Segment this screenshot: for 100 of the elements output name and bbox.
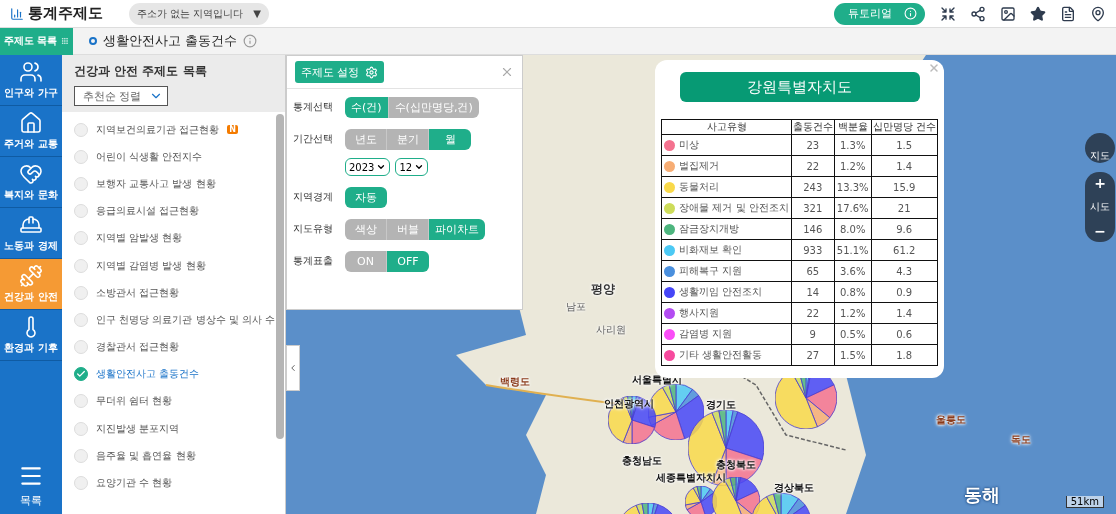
- map-list-item[interactable]: 무더위 쉼터 현황: [74, 387, 276, 416]
- map-list-item[interactable]: 인구 천명당 의료기관 병상수 및 의사 수: [74, 306, 276, 334]
- segment-button[interactable]: OFF: [387, 251, 429, 272]
- info-icon[interactable]: [243, 34, 258, 48]
- map-label: 사리원: [596, 323, 626, 337]
- map-list-item[interactable]: 지진발생 분포지역: [74, 415, 276, 443]
- table-cell: 1.3%: [834, 134, 872, 156]
- close-icon[interactable]: [500, 65, 514, 79]
- map-label: 백령도: [500, 375, 530, 389]
- table-cell: 21: [871, 197, 938, 219]
- new-badge: N: [227, 125, 238, 135]
- table-cell: 기타 생활안전활동: [661, 344, 792, 366]
- segment-button[interactable]: 파이차트: [429, 219, 485, 240]
- chevron-down-icon: [376, 162, 387, 172]
- sort-select[interactable]: 추천순 정렬: [74, 86, 168, 106]
- map-list-item[interactable]: 지역보건의료기관 접근현황 N: [74, 116, 276, 144]
- table-cell: 동물처리: [661, 176, 792, 198]
- map-list-item[interactable]: 요양기관 수 현황: [74, 469, 276, 497]
- table-cell: 15.9: [871, 176, 938, 198]
- map-pin-icon[interactable]: [1090, 5, 1106, 22]
- column-header: 출동건수: [791, 119, 835, 135]
- table-cell: 1.8: [871, 344, 938, 366]
- column-header: 백분율: [834, 119, 872, 135]
- table-cell: 1.4: [871, 155, 938, 177]
- map-list-item[interactable]: 생활안전사고 출동건수: [74, 360, 276, 388]
- document-icon[interactable]: [1060, 5, 1076, 22]
- radio-button[interactable]: [74, 367, 88, 382]
- table-cell: 14: [791, 281, 835, 303]
- map-label: 평양: [591, 281, 615, 298]
- table-cell: 감염병 지원: [661, 323, 792, 345]
- setting-label: 기간선택: [293, 132, 334, 146]
- table-cell: 321: [791, 197, 835, 219]
- house-icon: [19, 111, 43, 135]
- circle-icon: [89, 37, 97, 45]
- chevron-down-icon: [414, 162, 425, 172]
- tutorial-button[interactable]: 튜토리얼: [834, 2, 926, 25]
- segment-button[interactable]: 자동: [345, 187, 387, 208]
- people-icon: [19, 60, 43, 84]
- table-cell: 0.9: [871, 281, 938, 303]
- table-cell: 9: [791, 323, 835, 345]
- check-icon: [76, 369, 86, 380]
- table-cell: 행사지원: [661, 302, 792, 324]
- table-cell: 243: [791, 176, 835, 198]
- table-cell: 22: [791, 155, 835, 177]
- region-select[interactable]: 주소가 없는 지역입니다 ▼: [129, 2, 270, 25]
- column-header: 사고유형: [661, 119, 792, 135]
- map-label: 경기도: [706, 398, 736, 412]
- table-cell: 13.3%: [834, 176, 872, 198]
- map-list-item[interactable]: 응급의료시설 접근현황: [74, 197, 276, 225]
- period-select[interactable]: 2023: [345, 158, 391, 176]
- table-cell: 0.8%: [834, 281, 872, 303]
- map-list-item[interactable]: 지역별 감염병 발생 현황: [74, 251, 276, 280]
- share-icon[interactable]: [970, 5, 986, 22]
- map-label: 동해: [964, 483, 1000, 507]
- image-icon[interactable]: [1000, 5, 1016, 22]
- table-cell: 피해복구 지원: [661, 260, 792, 282]
- map-list-item[interactable]: 음주율 및 흡연율 현황: [74, 442, 276, 470]
- gear-icon: [364, 65, 378, 79]
- health-icon: [19, 264, 43, 288]
- close-icon[interactable]: [928, 62, 940, 74]
- table-cell: 4.3: [871, 260, 938, 282]
- table-cell: 1.5: [871, 134, 938, 156]
- period-select[interactable]: 12: [395, 158, 429, 176]
- table-cell: 8.0%: [834, 218, 872, 240]
- column-header: 십만명당 건수: [871, 119, 938, 135]
- table-cell: 51.1%: [834, 239, 872, 261]
- table-cell: 933: [791, 239, 835, 261]
- scale-bar: 51km: [1065, 496, 1104, 508]
- table-cell: 장애물 제거 및 안전조치: [661, 197, 792, 219]
- shrink-icon[interactable]: [940, 5, 956, 22]
- star-icon[interactable]: [1030, 5, 1046, 22]
- table-cell: 미상: [661, 134, 792, 156]
- segment-button[interactable]: 수(건): [345, 97, 389, 118]
- scrollbar-thumb[interactable]: [276, 114, 284, 439]
- table-cell: 0.5%: [834, 323, 872, 345]
- welfare-icon: [19, 162, 43, 186]
- segment-button[interactable]: 월: [429, 129, 471, 150]
- menu-button[interactable]: 목록: [0, 462, 62, 514]
- table-cell: 3.6%: [834, 260, 872, 282]
- table-cell: 1.4: [871, 302, 938, 324]
- settings-title-button[interactable]: 주제도 설정: [295, 61, 384, 83]
- table-cell: 1.5%: [834, 344, 872, 366]
- map-list-item[interactable]: 어린이 식생활 안전지수: [74, 143, 276, 171]
- map-list-item[interactable]: 경찰관서 접근현황: [74, 333, 276, 361]
- table-cell: 잠금장치개방: [661, 218, 792, 240]
- zoom-out-button[interactable]: −: [1094, 223, 1106, 239]
- table-cell: 1.2%: [834, 302, 872, 324]
- map-list-item[interactable]: 보행자 교통사고 발생 현황: [74, 170, 276, 198]
- map-list-item[interactable]: 소방관서 접근현황: [74, 279, 276, 307]
- map-list-item[interactable]: 지역별 암발생 현황: [74, 224, 276, 252]
- table-cell: 9.6: [871, 218, 938, 240]
- map-label: 독도: [1011, 433, 1031, 447]
- popup-title: 강원특별자치도: [679, 72, 920, 102]
- collapse-handle[interactable]: [286, 345, 300, 391]
- table-cell: 22: [791, 302, 835, 324]
- table-cell: 23: [791, 134, 835, 156]
- zoom-in-button[interactable]: +: [1094, 175, 1106, 191]
- table-cell: 비화재보 확인: [661, 239, 792, 261]
- catalog-button[interactable]: 주제도 목록: [0, 27, 73, 55]
- panel-title: 건강과 안전 주제도 목록: [74, 63, 208, 80]
